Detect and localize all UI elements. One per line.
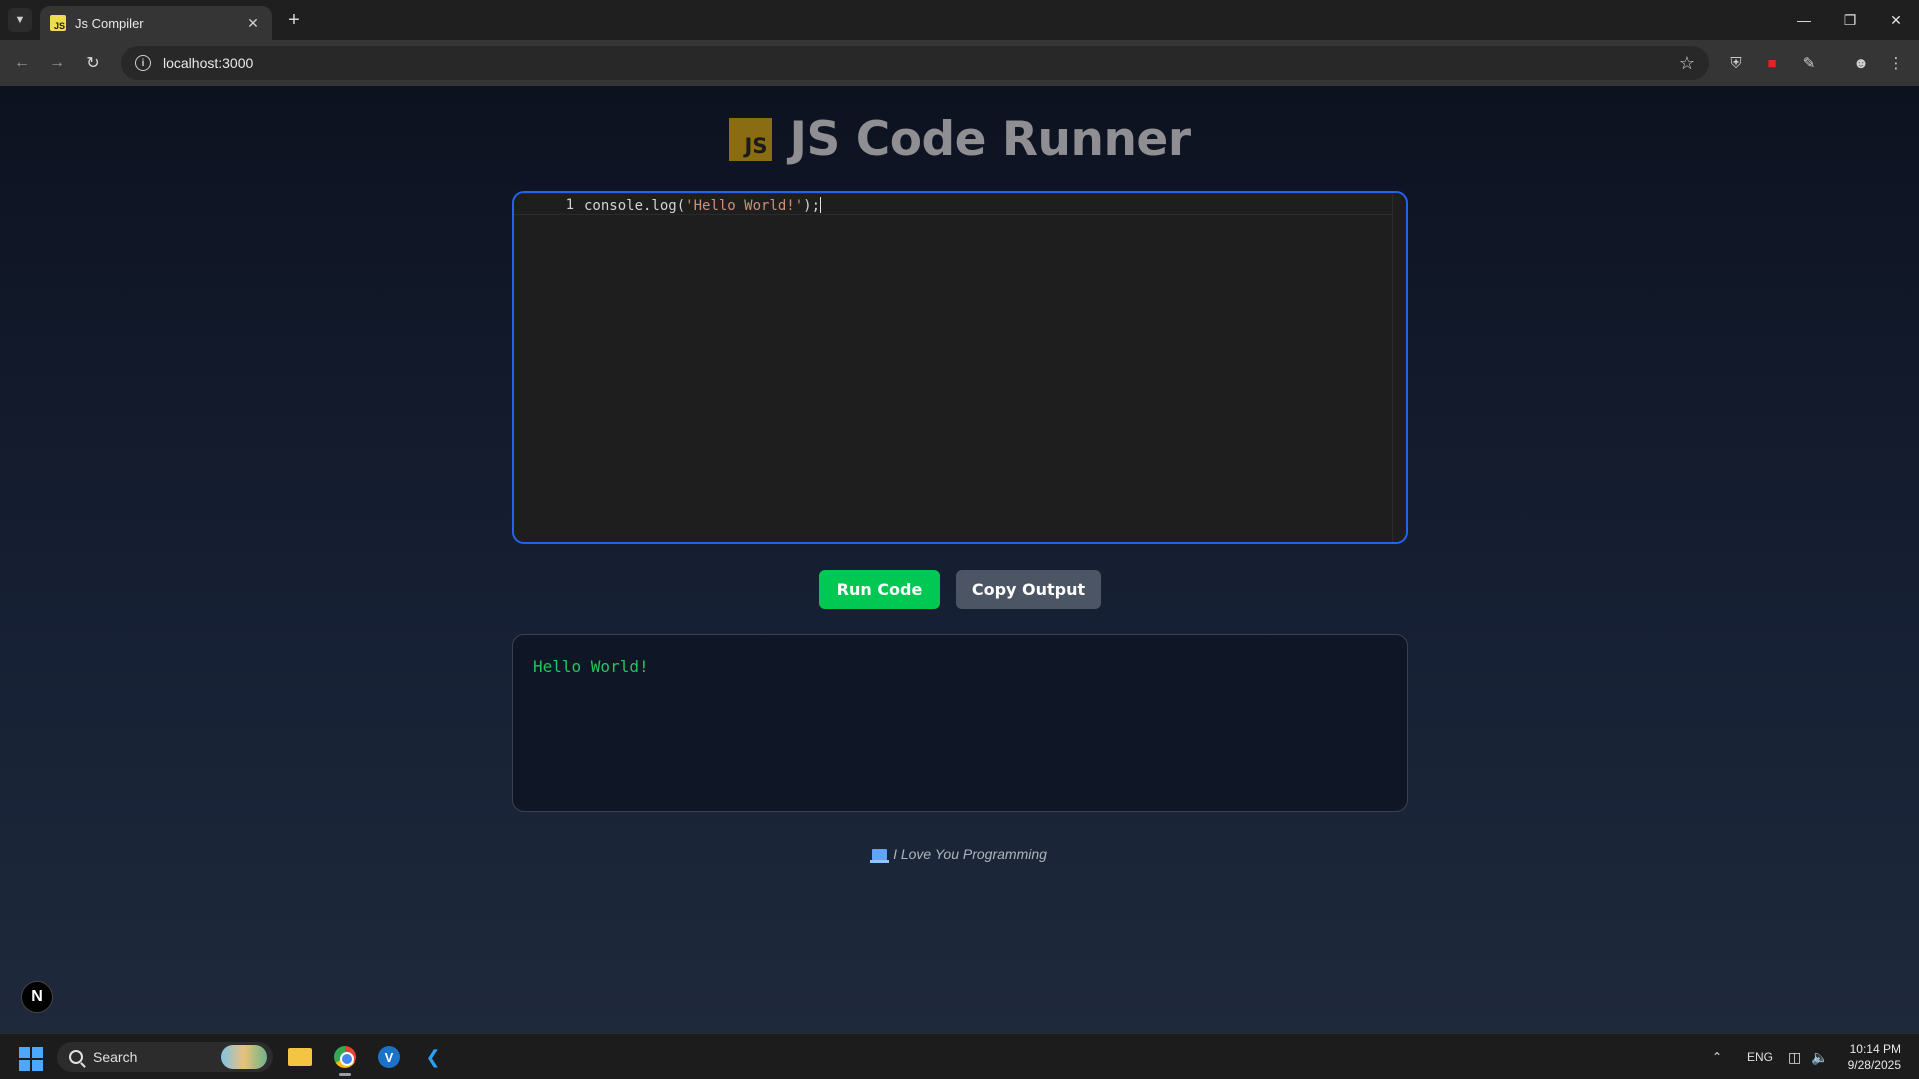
browser-tab-bar: ▼ JS Js Compiler ✕ + — ❐ ✕ xyxy=(0,0,1919,40)
profile-avatar-icon[interactable]: ☻ xyxy=(1849,51,1873,75)
search-icon xyxy=(69,1050,83,1064)
editor-scrollbar[interactable] xyxy=(1392,193,1406,542)
reload-icon[interactable]: ↻ xyxy=(79,49,107,77)
forward-arrow-icon[interactable]: → xyxy=(43,49,71,77)
footer: I Love You Programming xyxy=(0,846,1919,863)
video-extension-icon[interactable]: ■ xyxy=(1760,51,1784,75)
network-icon[interactable]: ◫ xyxy=(1788,1034,1801,1079)
language-indicator[interactable]: ENG xyxy=(1747,1034,1773,1079)
code-string: 'Hello World!' xyxy=(685,198,804,214)
windows-start-icon[interactable] xyxy=(19,1047,43,1071)
code-close: ); xyxy=(803,198,821,214)
browser-toolbar: ← → ↻ i localhost:3000 ☆ ⛨ ■ ✎ ☻ ⋮ xyxy=(0,40,1919,86)
app-header: JS JS Code Runner xyxy=(0,112,1919,167)
v-app-icon[interactable]: V xyxy=(374,1042,404,1072)
close-tab-icon[interactable]: ✕ xyxy=(244,14,262,32)
restore-button[interactable]: ❐ xyxy=(1827,0,1873,40)
back-arrow-icon[interactable]: ← xyxy=(8,49,36,77)
new-tab-button[interactable]: + xyxy=(282,8,306,32)
volume-icon[interactable]: 🔈 xyxy=(1811,1034,1828,1079)
address-url[interactable]: localhost:3000 xyxy=(163,55,1679,71)
minimize-button[interactable]: — xyxy=(1781,0,1827,40)
search-label: Search xyxy=(93,1049,138,1065)
run-code-button[interactable]: Run Code xyxy=(819,570,940,609)
js-logo-icon: JS xyxy=(728,118,772,161)
address-bar[interactable]: i localhost:3000 ☆ xyxy=(121,46,1709,80)
text-cursor xyxy=(820,197,822,213)
show-hidden-icons-chevron[interactable]: ⌃ xyxy=(1712,1034,1722,1079)
taskbar: Search V ❮ ⌃ ENG ◫ 🔈 10:14 PM 9/28/2025 xyxy=(0,1033,1919,1079)
chevron-down-icon: ▼ xyxy=(14,14,26,26)
output-panel: Hello World! xyxy=(512,634,1408,812)
file-explorer-icon[interactable] xyxy=(285,1042,315,1072)
copy-output-button[interactable]: Copy Output xyxy=(956,570,1101,609)
browser-tab-active[interactable]: JS Js Compiler ✕ xyxy=(40,6,272,40)
clock-date: 9/28/2025 xyxy=(1847,1058,1901,1072)
tab-search-button[interactable]: ▼ xyxy=(8,8,32,32)
clock-time: 10:14 PM xyxy=(1849,1042,1901,1056)
vscode-icon[interactable]: ❮ xyxy=(418,1042,448,1072)
chrome-icon[interactable] xyxy=(330,1042,360,1076)
code-line[interactable]: console.log('Hello World!'); xyxy=(584,197,822,214)
close-window-button[interactable]: ✕ xyxy=(1873,0,1919,40)
tab-title: Js Compiler xyxy=(75,15,144,31)
search-highlight-image xyxy=(221,1045,267,1069)
js-favicon-icon: JS xyxy=(50,15,66,31)
laptop-icon xyxy=(870,848,890,863)
browser-menu-icon[interactable]: ⋮ xyxy=(1884,51,1908,75)
editor-line-1[interactable]: 1 console.log('Hello World!'); xyxy=(514,193,1392,215)
taskbar-search[interactable]: Search xyxy=(57,1042,273,1072)
nextjs-dev-badge[interactable]: N xyxy=(21,981,53,1013)
code-call: console.log( xyxy=(584,198,686,214)
footer-text: I Love You Programming xyxy=(893,846,1047,862)
site-info-icon[interactable]: i xyxy=(135,55,151,71)
extensions-puzzle-icon[interactable]: ✎ xyxy=(1797,51,1821,75)
clock[interactable]: 10:14 PM 9/28/2025 xyxy=(1848,1041,1901,1073)
shield-extension-icon[interactable]: ⛨ xyxy=(1724,51,1748,75)
bookmark-star-icon[interactable]: ☆ xyxy=(1679,53,1695,74)
output-text: Hello World! xyxy=(533,657,649,676)
line-number: 1 xyxy=(565,197,574,213)
app-page: JS JS Code Runner 1 console.log('Hello W… xyxy=(0,86,1919,1033)
page-title: JS Code Runner xyxy=(789,112,1192,167)
code-editor[interactable]: 1 console.log('Hello World!'); xyxy=(512,191,1408,544)
